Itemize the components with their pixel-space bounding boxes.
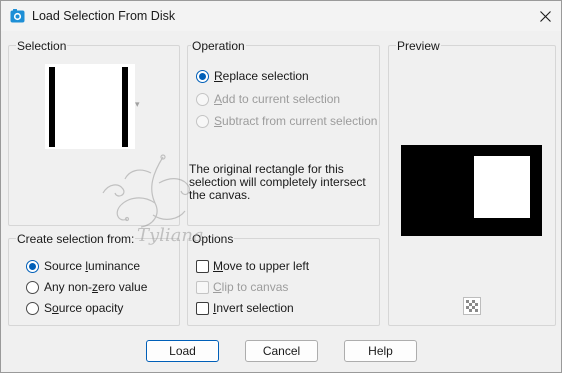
- watermark-flourish: Tyliana: [102, 154, 204, 246]
- any-non-zero-value-radio[interactable]: Any non-zero value: [26, 279, 147, 295]
- preview-selection-area: [474, 156, 530, 218]
- help-button[interactable]: Help: [344, 340, 417, 362]
- selection-thumbnail[interactable]: [45, 64, 135, 149]
- radio-indicator[interactable]: [26, 301, 39, 315]
- selection-group-label: Selection: [16, 39, 68, 53]
- app-icon: [10, 9, 25, 23]
- radio-indicator[interactable]: [196, 92, 209, 106]
- invert-selection-checkbox[interactable]: Invert selection: [196, 300, 294, 316]
- checker-pattern-icon: [466, 300, 478, 312]
- thumbnail-left-bar: [49, 67, 55, 147]
- preview-canvas: [401, 145, 542, 236]
- operation-info-text: The original rectangle for this selectio…: [189, 162, 366, 202]
- chevron-down-icon[interactable]: ▾: [135, 99, 140, 110]
- add-to-current-selection-radio[interactable]: Add to current selection: [196, 91, 340, 107]
- operation-group-label: Operation: [191, 39, 246, 53]
- replace-selection-radio[interactable]: Replace selection: [196, 68, 309, 84]
- load-button[interactable]: Load: [146, 340, 219, 362]
- cancel-button[interactable]: Cancel: [245, 340, 318, 362]
- checkerboard-icon[interactable]: [463, 297, 481, 315]
- subtract-from-current-selection-radio[interactable]: Subtract from current selection: [196, 113, 377, 129]
- thumbnail-right-bar: [122, 67, 128, 147]
- window-title: Load Selection From Disk: [32, 9, 176, 23]
- source-opacity-radio[interactable]: Source opacity: [26, 300, 123, 316]
- close-button[interactable]: [533, 5, 557, 27]
- watermark-signature: Tyliana: [137, 225, 204, 246]
- move-to-upper-left-checkbox[interactable]: Move to upper left: [196, 258, 309, 274]
- radio-indicator[interactable]: [196, 69, 209, 83]
- source-luminance-radio[interactable]: Source luminance: [26, 258, 140, 274]
- close-icon: [539, 10, 551, 22]
- preview-group-label: Preview: [396, 39, 441, 53]
- radio-indicator[interactable]: [26, 259, 39, 273]
- clip-to-canvas-checkbox[interactable]: Clip to canvas: [196, 279, 288, 295]
- radio-indicator[interactable]: [26, 280, 39, 294]
- checkbox-indicator[interactable]: [196, 280, 209, 294]
- title-bar: Load Selection From Disk: [1, 1, 561, 31]
- radio-indicator[interactable]: [196, 114, 209, 128]
- checkbox-indicator[interactable]: [196, 259, 209, 273]
- checkbox-indicator[interactable]: [196, 301, 209, 315]
- load-selection-dialog: Load Selection From Disk Selection ▾ Ope…: [0, 0, 562, 373]
